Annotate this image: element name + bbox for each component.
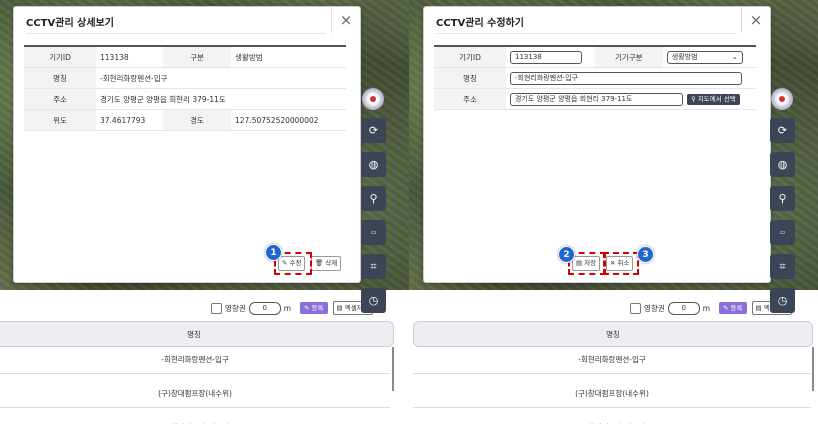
image-layer-icon[interactable]: ▭ (361, 220, 386, 245)
radius-label: 영향권 (644, 303, 665, 313)
radius-unit: m (283, 303, 292, 313)
radius-label: 영향권 (225, 303, 246, 313)
map-select-label: 지도에서 선택 (697, 94, 736, 103)
table-row: 위도 37.4617793 경도 127.50752520000002 (24, 109, 346, 131)
list-scrollbar[interactable] (812, 347, 814, 391)
dialog-title: CCTV관리 상세보기 (26, 18, 114, 29)
type-label: 구분 (163, 45, 232, 68)
list-item[interactable]: (구)창대펌프장(외수위) (0, 414, 390, 424)
register-button[interactable]: ✎ 등록 (300, 302, 328, 314)
type-label: 기기구분 (594, 45, 663, 68)
address-cell: 경기도 양평군 양평읍 회현리 379-11도 ⚲ 지도에서 선택 (506, 88, 756, 110)
address-input[interactable]: 경기도 양평군 양평읍 회현리 379-11도 (510, 92, 683, 106)
fullscreen-icon[interactable]: ⌗ (770, 254, 795, 279)
step-callout-2: 2 (558, 246, 575, 263)
name-value: -회현리화랑펜션-입구 (96, 67, 346, 89)
chevron-down-icon: ⌄ (731, 52, 738, 61)
delete-button[interactable]: 🗑 삭제 (311, 256, 342, 271)
register-button-label: 등록 (311, 304, 324, 312)
cctv-edit-dialog: CCTV관리 수정하기 × 기기ID 113138 기기구분 생활방범 ⌄ 명칭 … (423, 6, 771, 283)
close-icon[interactable]: × (331, 7, 360, 33)
radius-checkbox[interactable] (630, 302, 641, 314)
list-item[interactable]: (구)창대펌프장(내수위) (413, 380, 811, 408)
fullscreen-icon[interactable]: ⌗ (361, 254, 386, 279)
globe-icon[interactable]: ◍ (770, 152, 795, 177)
refresh-icon[interactable]: ⟳ (770, 118, 795, 143)
edit-view-panel: CCTV관리 수정하기 × 기기ID 113138 기기구분 생활방범 ⌄ 명칭 … (409, 0, 818, 424)
location-pin-icon[interactable]: ⚲ (361, 186, 386, 211)
image-layer-icon[interactable]: ▭ (770, 220, 795, 245)
location-pin-icon: ⚲ (691, 94, 698, 103)
compass-icon[interactable] (771, 88, 793, 110)
address-label: 주소 (24, 88, 96, 110)
list-item[interactable]: -회현리화랑펜션-입구 (413, 346, 811, 374)
map-toolbar: ⟳ ◍ ⚲ ▭ ⌗ ◷ (361, 118, 386, 322)
type-select[interactable]: 생활방범 ⌄ (666, 50, 743, 64)
timer-icon[interactable]: ◷ (770, 288, 795, 313)
device-id-label: 기기ID (434, 45, 506, 68)
table-row: 명칭 -회현리화랑펜션-입구 (24, 67, 346, 89)
location-pin-icon[interactable]: ⚲ (770, 186, 795, 211)
compass-icon[interactable] (362, 88, 384, 110)
trash-icon: 🗑 (315, 259, 324, 267)
step-callout-3: 3 (637, 246, 654, 263)
name-input[interactable]: -회현리화랑펜션-입구 (510, 71, 742, 85)
table-row: 기기ID 113138 구분 생활방범 (24, 45, 346, 68)
globe-icon[interactable]: ◍ (361, 152, 386, 177)
radius-checkbox[interactable] (211, 302, 222, 314)
address-value: 경기도 양평군 양평읍 회현리 379-11도 (96, 88, 346, 110)
type-cell: 생활방범 ⌄ (662, 45, 756, 68)
address-label: 주소 (434, 88, 506, 110)
table-row: 주소 경기도 양평군 양평읍 회현리 379-11도 ⚲ 지도에서 선택 (434, 88, 756, 110)
edit-form-table: 기기ID 113138 기기구분 생활방범 ⌄ 명칭 -회현리화랑펜션-입구 주소… (434, 45, 756, 110)
name-cell: -회현리화랑펜션-입구 (506, 67, 756, 89)
divider (436, 33, 736, 34)
type-value: 생활방범 (231, 45, 346, 68)
device-id-input[interactable]: 113138 (510, 50, 582, 64)
register-button-label: 등록 (730, 304, 743, 312)
timer-icon[interactable]: ◷ (361, 288, 386, 313)
cancel-highlight-box (603, 252, 639, 275)
close-icon[interactable]: × (741, 7, 770, 33)
cctv-detail-dialog: CCTV관리 상세보기 × 기기ID 113138 구분 생활방범 명칭 -회현… (13, 6, 361, 283)
latitude-value: 37.4617793 (96, 109, 164, 131)
list-item[interactable]: (구)창대펌프장(내수위) (0, 380, 390, 408)
register-button[interactable]: ✎ 등록 (719, 302, 747, 314)
longitude-label: 경도 (163, 109, 232, 131)
list-item[interactable]: -회현리화랑펜션-입구 (0, 346, 390, 374)
detail-view-panel: CCTV관리 상세보기 × 기기ID 113138 구분 생활방범 명칭 -회현… (0, 0, 409, 424)
dialog-title: CCTV관리 수정하기 (436, 18, 524, 29)
divider (26, 33, 326, 34)
table-row: 주소 경기도 양평군 양평읍 회현리 379-11도 (24, 88, 346, 110)
device-id-cell: 113138 (506, 45, 595, 68)
longitude-value: 127.50752520000002 (231, 109, 346, 131)
map-toolbar: ⟳ ◍ ⚲ ▭ ⌗ ◷ (770, 118, 795, 322)
radius-controls: 영향권 0 m ✎ 등록 ▤ 엑셀저장 (211, 301, 373, 315)
radius-input[interactable]: 0 (667, 301, 700, 315)
table-row: 명칭 -회현리화랑펜션-입구 (434, 67, 756, 89)
delete-button-label: 삭제 (325, 259, 338, 267)
radius-input[interactable]: 0 (248, 301, 281, 315)
radius-controls: 영향권 0 m ✎ 등록 ▤ 엑셀저장 (630, 301, 792, 315)
device-id-label: 기기ID (24, 45, 96, 68)
list-scrollbar[interactable] (392, 347, 394, 391)
radius-unit: m (702, 303, 711, 313)
name-label: 명칭 (24, 67, 96, 89)
table-row: 기기ID 113138 기기구분 생활방범 ⌄ (434, 45, 756, 68)
type-select-value: 생활방범 (671, 52, 698, 61)
column-header-name[interactable]: 명칭 (413, 321, 813, 347)
map-select-button[interactable]: ⚲ 지도에서 선택 (687, 93, 740, 105)
latitude-label: 위도 (24, 109, 96, 131)
name-label: 명칭 (434, 67, 506, 89)
step-callout-1: 1 (265, 244, 282, 261)
refresh-icon[interactable]: ⟳ (361, 118, 386, 143)
device-id-value: 113138 (96, 45, 164, 68)
list-item[interactable]: (구)창대펌프장(외수위) (413, 414, 811, 424)
detail-table: 기기ID 113138 구분 생활방범 명칭 -회현리화랑펜션-입구 주소 경기… (24, 45, 346, 131)
column-header-name[interactable]: 명칭 (0, 321, 394, 347)
